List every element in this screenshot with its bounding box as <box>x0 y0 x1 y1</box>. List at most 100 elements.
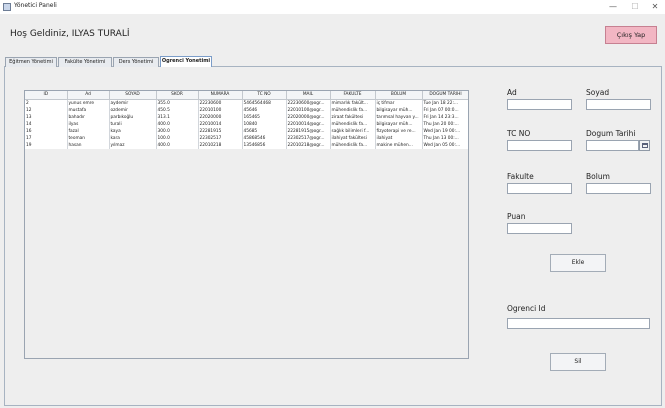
table-cell: 16 <box>25 127 68 135</box>
table-cell: yılmaz <box>109 141 157 149</box>
table-header-row: ID Ad SOYAD SKOR NUMARA TC NO MAIL FAKUL… <box>25 91 468 100</box>
table-cell: 22020000@ogr... <box>286 113 331 121</box>
table-cell: 165465 <box>242 113 287 121</box>
table-row[interactable]: 16 fazal kaya 300.0 22281915 45685 22281… <box>25 127 468 135</box>
table-cell: 22302517 <box>198 134 243 142</box>
table-cell: Thu Jan 20 00:... <box>422 120 468 128</box>
soyad-input[interactable] <box>586 99 651 110</box>
table-cell: ilyas <box>67 120 110 128</box>
table-cell: 313.1 <box>156 113 199 121</box>
fakulte-input[interactable] <box>507 183 572 194</box>
column-header[interactable]: SOYAD <box>109 91 157 100</box>
table-cell: parbıkoğlu <box>109 113 157 121</box>
bolum-label: Bolum <box>586 172 610 181</box>
table-cell: Fri Jan 14 23:3... <box>422 113 468 121</box>
table-row[interactable]: 17 teoman kara 100.0 22302517 45868546 2… <box>25 134 468 142</box>
table-cell: 400.0 <box>156 120 199 128</box>
close-button[interactable]: ✕ <box>644 0 665 14</box>
table-cell: mühendislik fa... <box>330 106 376 114</box>
ad-label: Ad <box>507 88 517 97</box>
table-cell: 22230600@ogr... <box>286 99 331 107</box>
puan-input[interactable] <box>507 223 572 234</box>
table-row[interactable]: 19 hasan yılmaz 400.0 22010218 13546856 … <box>25 141 468 149</box>
table-cell: 22010100@ogr... <box>286 106 331 114</box>
table-cell: 22010218@ogr... <box>286 141 331 149</box>
students-table-scrollpane[interactable]: ID Ad SOYAD SKOR NUMARA TC NO MAIL FAKUL… <box>24 90 469 359</box>
ogrenci-id-input[interactable] <box>507 318 650 329</box>
column-header[interactable]: SKOR <box>156 91 199 100</box>
dogum-tarihi-input[interactable] <box>586 140 639 151</box>
table-cell: 22010100 <box>198 106 243 114</box>
table-cell: ozdemir <box>109 106 157 114</box>
window-icon <box>3 3 11 11</box>
maximize-button[interactable]: ☐ <box>624 0 646 14</box>
window-title: Yönetici Paneli <box>14 2 57 9</box>
table-cell: 17 <box>25 134 68 142</box>
table-cell: 300.0 <box>156 127 199 135</box>
tcno-input[interactable] <box>507 140 572 151</box>
table-cell: 14 <box>25 120 68 128</box>
table-row[interactable]: 14 ilyas turali 400.0 22010014 10840 220… <box>25 120 468 128</box>
table-row[interactable]: 13 bahadır parbıkoğlu 313.1 22020000 165… <box>25 113 468 121</box>
table-cell: ilahiyat fakültesi <box>330 134 376 142</box>
table-cell: 19 <box>25 141 68 149</box>
table-cell: aydemir <box>109 99 157 107</box>
table-cell: turali <box>109 120 157 128</box>
table-row[interactable]: 2 yunus emre aydemir 355.0 22230600 5464… <box>25 99 468 107</box>
table-cell: yunus emre <box>67 99 110 107</box>
ad-input[interactable] <box>507 99 572 110</box>
table-cell: tarımsal hayvan y... <box>375 113 423 121</box>
bolum-input[interactable] <box>586 183 651 194</box>
column-header[interactable]: NUMARA <box>198 91 243 100</box>
calendar-icon <box>642 143 648 148</box>
table-cell: 5464564468 <box>242 99 287 107</box>
column-header[interactable]: DOGUM TARIHI <box>422 91 468 100</box>
table-cell: 22020000 <box>198 113 243 121</box>
logout-button[interactable]: Çıkış Yap <box>605 26 657 44</box>
dogum-tarihi-label: Dogum Tarihi <box>586 129 636 138</box>
column-header[interactable]: FAKULTE <box>330 91 376 100</box>
table-cell: Wed Jan 05 00:... <box>422 141 468 149</box>
table-cell: 22010014 <box>198 120 243 128</box>
table-cell: hasan <box>67 141 110 149</box>
table-cell: Wed Jan 19 00:... <box>422 127 468 135</box>
table-cell: makine mühen... <box>375 141 423 149</box>
column-header[interactable]: MAIL <box>286 91 331 100</box>
minimize-button[interactable]: — <box>602 0 624 14</box>
column-header[interactable]: ID <box>25 91 68 100</box>
tab-ogrenci-yonetimi[interactable]: Ogrenci Yonetimi <box>160 56 212 67</box>
table-cell: 22281915 <box>198 127 243 135</box>
table-cell: 45685 <box>242 127 287 135</box>
table-cell: kaya <box>109 127 157 135</box>
table-row[interactable]: 12 mustafa ozdemir 450.5 22010100 45646 … <box>25 106 468 114</box>
table-cell: 22010014@ogr... <box>286 120 331 128</box>
table-cell: 22230600 <box>198 99 243 107</box>
table-cell: 13546856 <box>242 141 287 149</box>
calendar-button[interactable] <box>639 140 650 151</box>
column-header[interactable]: BOLUM <box>375 91 423 100</box>
table-cell: 12 <box>25 106 68 114</box>
tcno-label: TC NO <box>507 129 531 138</box>
table-cell: 450.5 <box>156 106 199 114</box>
main-content: Hoş Geldiniz, ILYAS TURALİ Çıkış Yap Eği… <box>0 14 665 408</box>
ekle-button[interactable]: Ekle <box>550 254 606 272</box>
column-header[interactable]: Ad <box>67 91 110 100</box>
fakulte-label: Fakulte <box>507 172 534 181</box>
table-cell: bilgisayar müh... <box>375 106 423 114</box>
welcome-text: Hoş Geldiniz, ILYAS TURALİ <box>10 29 130 39</box>
students-table[interactable]: ID Ad SOYAD SKOR NUMARA TC NO MAIL FAKUL… <box>25 91 468 149</box>
table-cell: 22010218 <box>198 141 243 149</box>
table-cell: bahadır <box>67 113 110 121</box>
column-header[interactable]: TC NO <box>242 91 287 100</box>
table-cell: ziraat fakültesi <box>330 113 376 121</box>
table-cell: Fri Jan 07 00:0... <box>422 106 468 114</box>
table-cell: fazal <box>67 127 110 135</box>
tab-fakulte-yonetimi[interactable]: Fakülte Yönetimi <box>58 57 112 67</box>
tab-egitmen-yonetimi[interactable]: Eğitmen Yönetimi <box>5 57 57 67</box>
sil-button[interactable]: Sil <box>550 353 606 371</box>
table-cell: 2 <box>25 99 68 107</box>
table-cell: sağlık bilimleri f... <box>330 127 376 135</box>
table-cell: mimarlık fakült... <box>330 99 376 107</box>
table-cell: 22281915@ogr... <box>286 127 331 135</box>
tab-ders-yonetimi[interactable]: Ders Yönetimi <box>113 57 159 67</box>
